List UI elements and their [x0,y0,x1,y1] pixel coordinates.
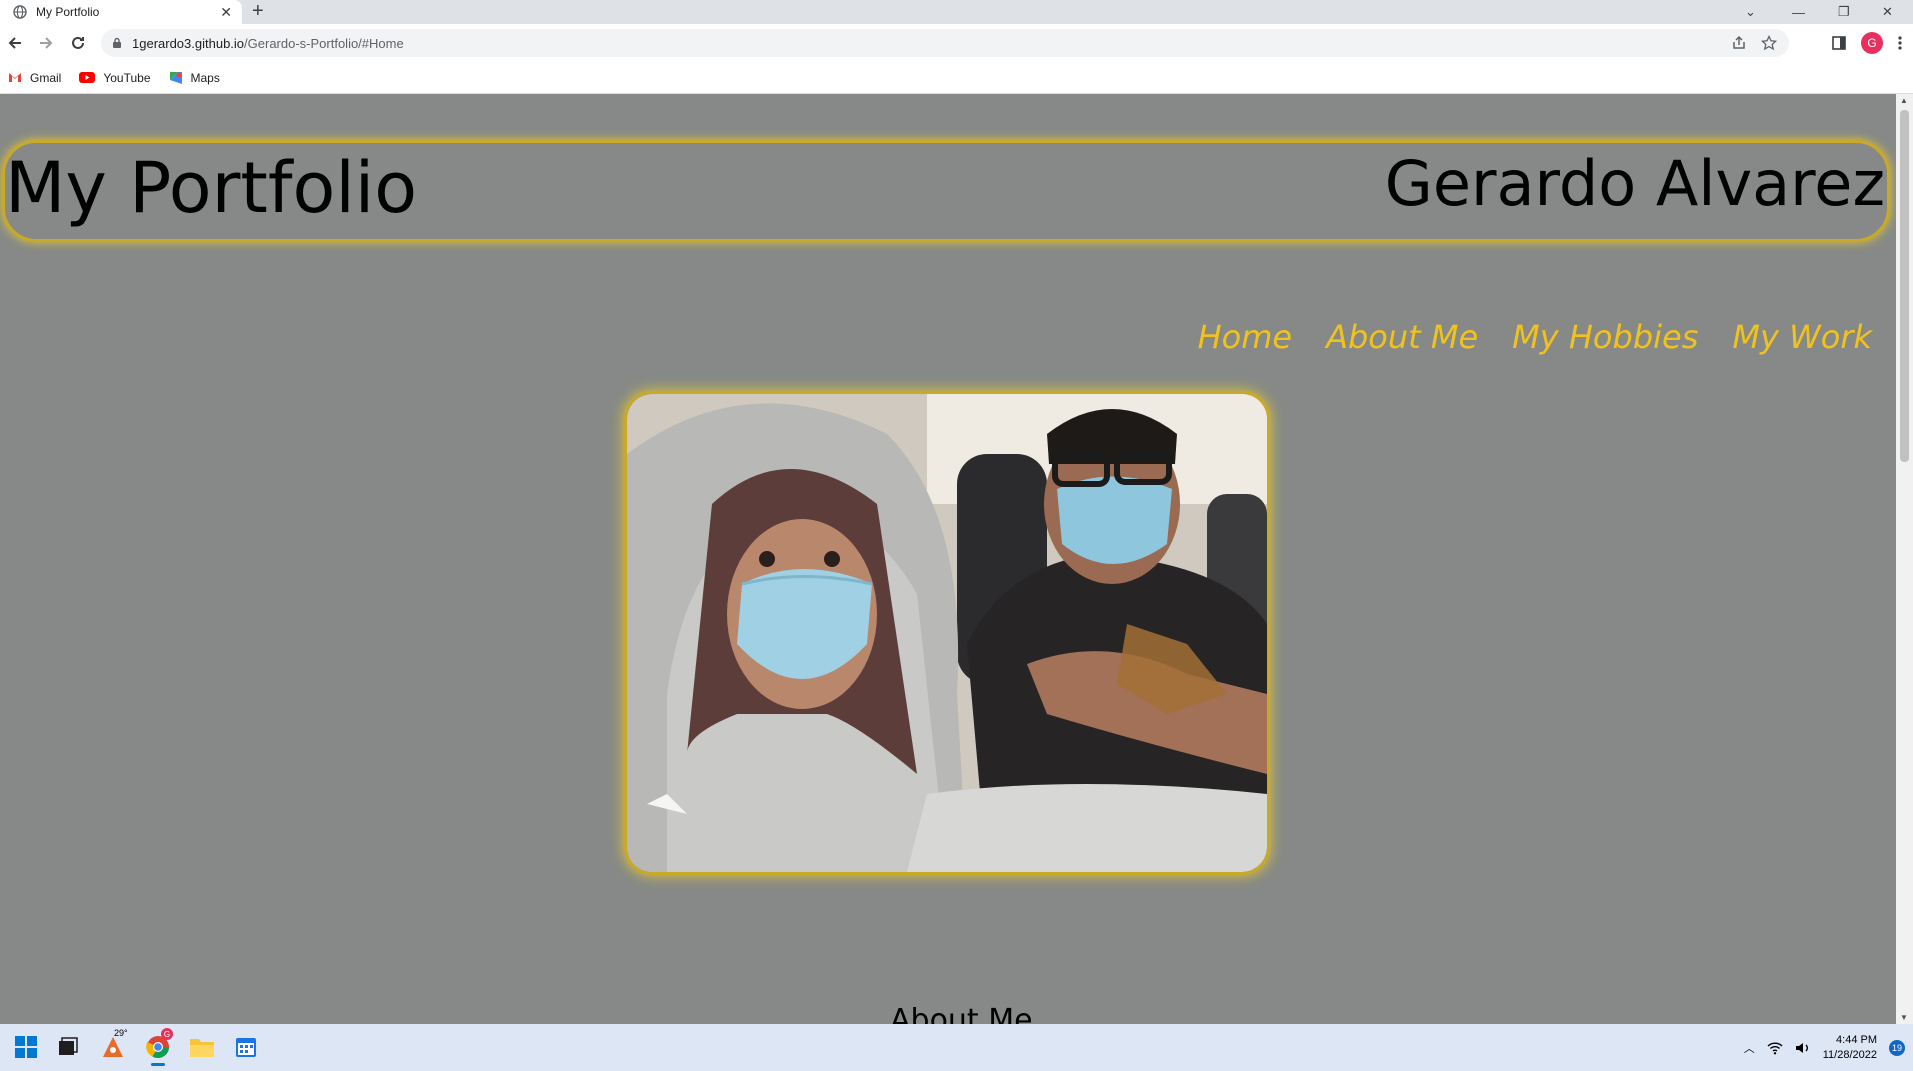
windows-taskbar: 29° G ︿ 4:44 PM 11/28/2022 19 [0,1024,1913,1071]
task-view-icon [59,1037,78,1055]
chevron-up-icon[interactable]: ︿ [1744,1040,1755,1056]
task-view-button[interactable] [55,1034,81,1060]
page-viewport: My Portfolio Gerardo Alvarez Home About … [0,94,1896,1024]
main-nav: Home About Me My Hobbies My Work [1198,318,1872,356]
side-panel-icon[interactable] [1831,35,1847,51]
bookmark-label: Gmail [30,70,62,85]
notification-badge[interactable]: 19 [1889,1039,1905,1056]
tab-strip: My Portfolio ✕ + ⌄ — ❐ ✕ [0,0,1913,24]
forward-arrow-icon [40,37,53,49]
minimize-button[interactable]: — [1792,0,1805,24]
clock[interactable]: 4:44 PM 11/28/2022 [1823,1033,1877,1063]
folder-icon [190,1039,214,1057]
nav-about-me[interactable]: About Me [1326,318,1478,356]
reload-icon [72,36,84,49]
new-tab-button[interactable]: + [252,0,264,22]
tab-my-portfolio[interactable]: My Portfolio ✕ [0,0,242,24]
wifi-icon[interactable] [1767,1041,1783,1055]
scroll-up-icon[interactable]: ▲ [1900,96,1908,105]
scroll-down-icon[interactable]: ▼ [1900,1013,1908,1022]
maps-icon [169,71,182,84]
reload-button[interactable] [67,32,89,54]
site-header: My Portfolio Gerardo Alvarez [2,140,1890,242]
weather-widget[interactable]: 29° [100,1028,128,1060]
selfie-photo-image [627,394,1267,872]
chrome-profile-badge: G [161,1028,173,1040]
scrollbar-thumb[interactable] [1900,110,1909,462]
url-host: 1gerardo3.github.io [132,35,245,51]
clock-time: 4:44 PM [1836,1033,1877,1046]
restore-button[interactable]: ❐ [1838,0,1850,24]
profile-avatar[interactable]: G [1861,32,1883,54]
site-title: My Portfolio [5,147,418,229]
youtube-icon [79,72,96,83]
url-path: /Gerardo-s-Portfolio/#Home [244,35,404,51]
bookmark-star-icon[interactable] [1761,35,1777,51]
lock-icon [113,37,121,48]
about-me-heading: About Me [890,1003,1033,1025]
nav-home[interactable]: Home [1198,318,1293,356]
share-icon[interactable] [1731,35,1747,51]
calendar-icon [236,1038,256,1057]
nav-my-hobbies[interactable]: My Hobbies [1512,318,1698,356]
bookmarks-bar: Gmail YouTube Maps [0,62,1913,94]
weather-temp: 29° [114,1028,128,1038]
start-button[interactable] [13,1034,39,1060]
browser-toolbar: 1gerardo3.github.io/Gerardo-s-Portfolio/… [0,24,1913,62]
url-text: 1gerardo3.github.io/Gerardo-s-Portfolio/… [132,36,404,51]
page-scrollbar[interactable]: ▲ ▼ [1896,94,1913,1024]
system-tray: ︿ 4:44 PM 11/28/2022 19 [1744,1024,1905,1071]
volume-icon[interactable] [1795,1041,1811,1055]
bookmark-gmail[interactable]: Gmail [8,71,61,85]
bookmark-label: Maps [190,70,220,85]
globe-icon [13,5,27,19]
file-explorer-button[interactable] [189,1034,215,1060]
nav-my-work[interactable]: My Work [1732,318,1872,356]
tab-search-icon[interactable]: ⌄ [1745,0,1756,24]
calendar-app-button[interactable] [233,1034,259,1060]
back-arrow-icon [8,37,21,49]
windows-logo-icon [15,1036,37,1058]
profile-photo [624,391,1270,875]
forward-button[interactable] [35,32,57,54]
bookmark-maps[interactable]: Maps [169,71,220,85]
clock-date: 11/28/2022 [1822,1048,1877,1061]
bookmark-youtube[interactable]: YouTube [79,70,151,85]
menu-kebab-icon[interactable] [1897,35,1903,51]
address-bar[interactable]: 1gerardo3.github.io/Gerardo-s-Portfolio/… [101,29,1789,57]
tab-title: My Portfolio [36,5,100,19]
weather-icon [103,1037,123,1057]
active-indicator [151,1063,165,1066]
bookmark-label: YouTube [103,70,151,85]
close-tab-icon[interactable]: ✕ [220,4,232,21]
gmail-icon [9,73,21,82]
owner-name: Gerardo Alvarez [1384,147,1885,220]
close-window-button[interactable]: ✕ [1882,0,1893,24]
chrome-taskbar-button[interactable]: G [145,1028,173,1066]
back-button[interactable] [4,32,26,54]
